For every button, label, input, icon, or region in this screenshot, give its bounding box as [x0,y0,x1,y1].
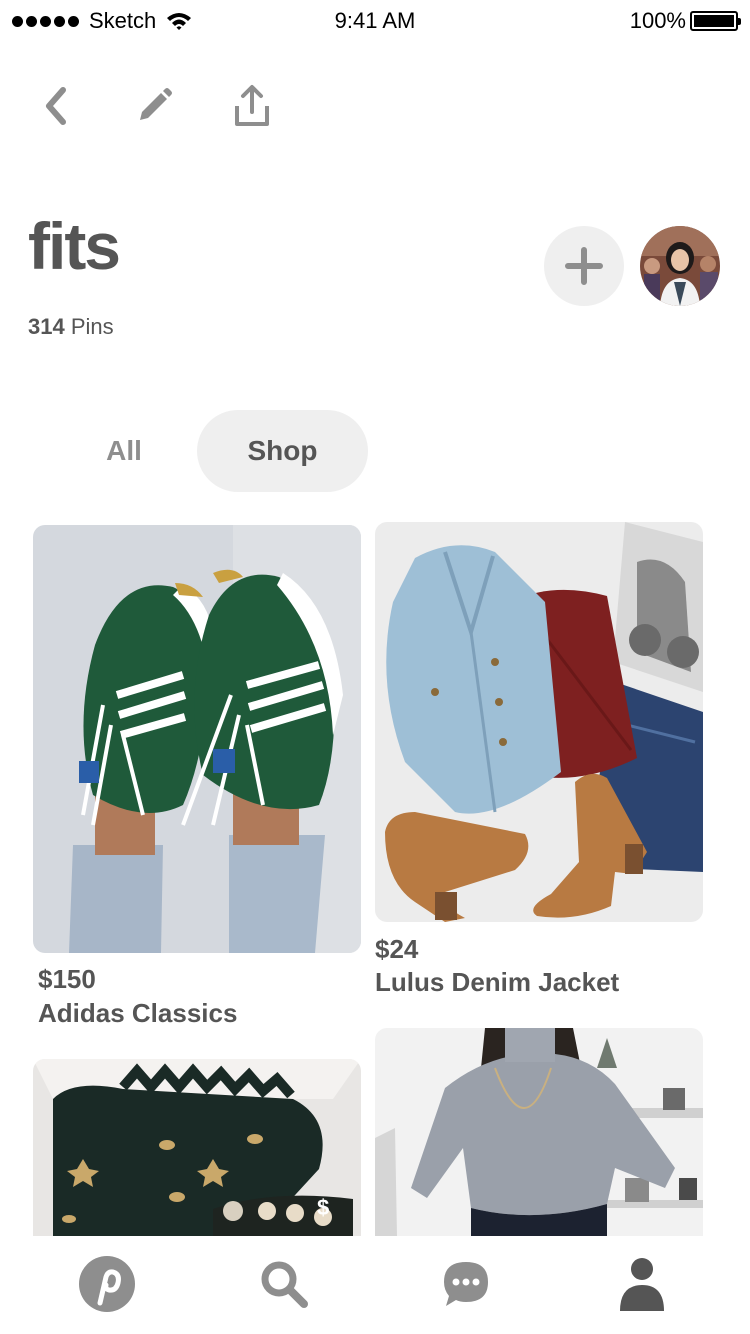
pin-price: $24 [375,934,419,964]
pin-adidas-classics[interactable] [33,525,361,953]
search-icon [261,1261,308,1308]
pin-image [33,525,361,953]
pin-price: $150 [38,964,96,994]
board-actions [32,82,276,130]
status-right: 100% [629,8,741,34]
pinterest-logo-icon [79,1256,135,1312]
pencil-icon [140,88,172,120]
avatar[interactable] [640,226,720,306]
avatar-photo [640,226,720,306]
pin-count-number: 314 [28,314,65,339]
person-icon [620,1258,664,1311]
home-tab[interactable] [77,1254,137,1314]
board-title: fits [28,209,121,283]
tab-all[interactable]: All [84,410,164,492]
pin-turtleneck-sweater[interactable] [375,1028,703,1236]
tab-shop[interactable]: Shop [197,410,368,492]
share-button[interactable] [228,82,276,130]
bottom-tab-bar [0,1236,750,1334]
profile-tab[interactable] [612,1254,672,1314]
search-tab[interactable] [254,1254,314,1314]
plus-icon [565,247,603,285]
back-button[interactable] [32,82,80,130]
chat-bubble-icon [444,1262,488,1306]
pin-image [375,522,703,922]
pin-count-label: Pins [70,314,114,339]
pin-image [33,1059,361,1236]
add-collaborator-button[interactable] [544,226,624,306]
battery-icon [690,11,741,31]
status-bar: Sketch 9:41 AM 100% [0,0,750,40]
messages-tab[interactable] [436,1254,496,1314]
pin-embroidered-boots[interactable]: $ [33,1059,361,1236]
pin-title[interactable]: Lulus Denim Jacket [375,967,619,998]
pin-count: 314 Pins [28,314,114,340]
share-icon [235,85,269,126]
pin-image [375,1028,703,1236]
chevron-left-icon [46,87,66,125]
pin-lulus-denim-jacket[interactable] [375,522,703,922]
edit-button[interactable] [130,82,178,130]
shop-badge: $ [317,1195,330,1220]
pin-title[interactable]: Adidas Classics [38,998,237,1029]
battery-percent: 100% [629,8,686,33]
